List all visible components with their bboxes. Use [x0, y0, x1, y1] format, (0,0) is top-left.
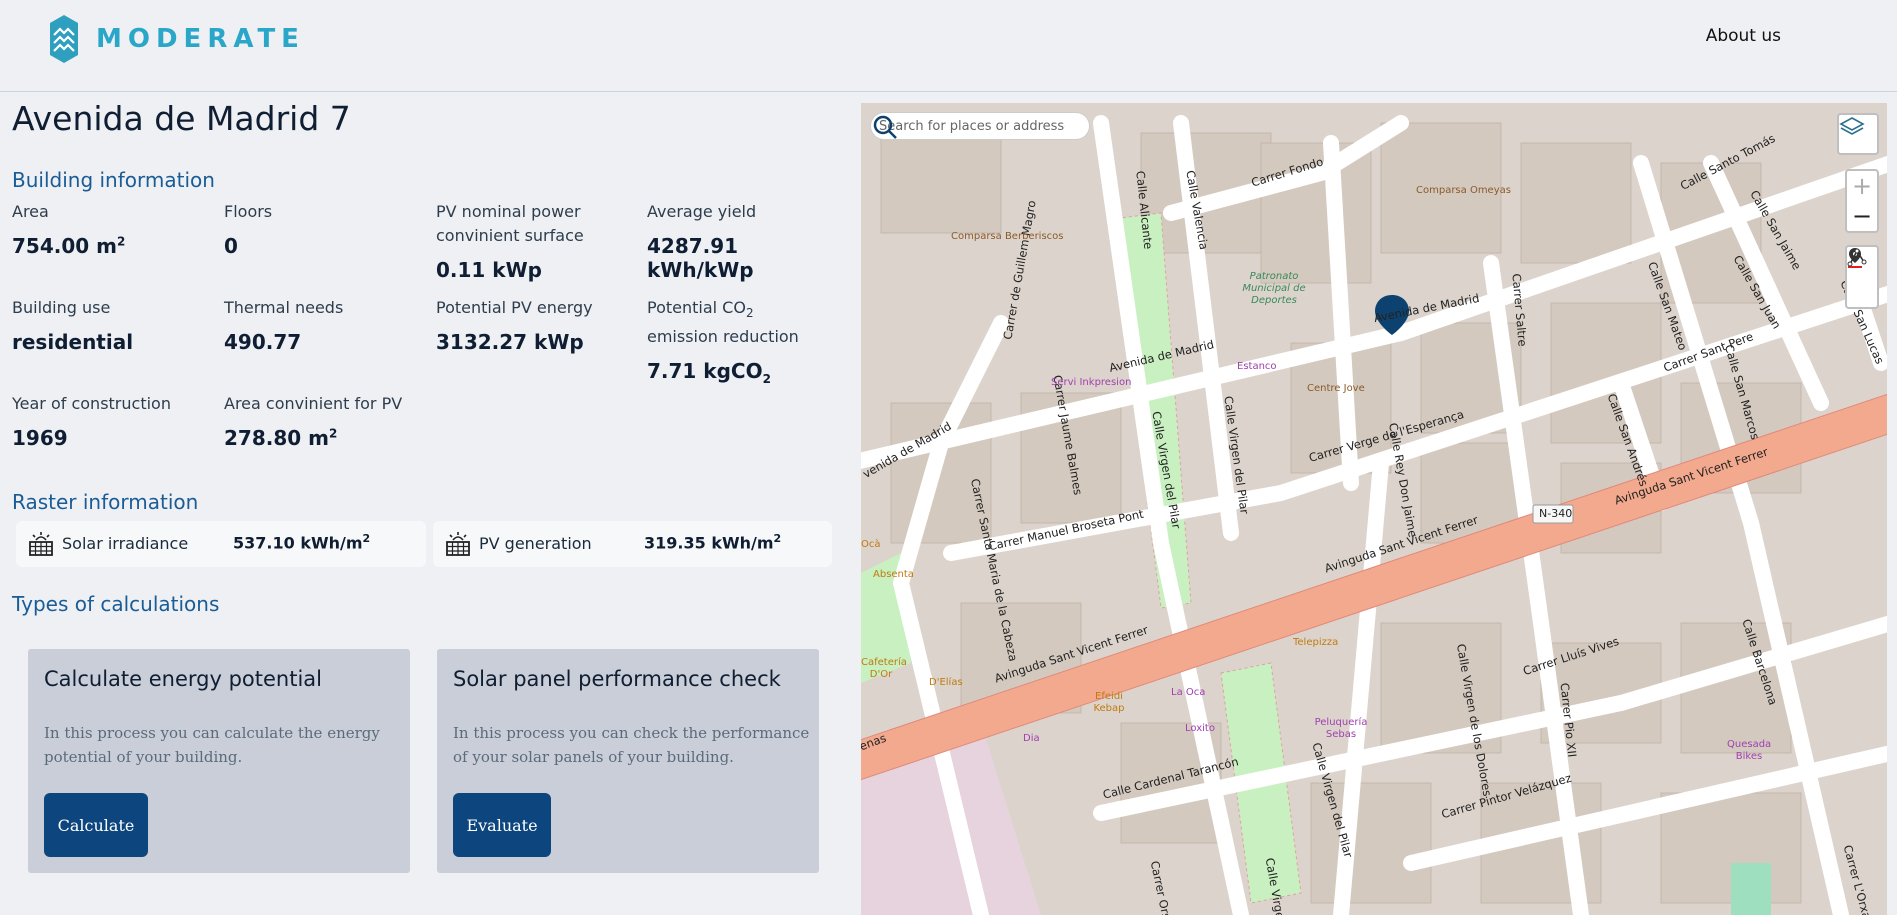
- poi-label: Loxito: [1185, 723, 1215, 734]
- info-building-use-value: residential: [12, 330, 134, 354]
- info-area-pv: Area convinient for PV 278.80 m2: [224, 392, 424, 450]
- calculate-button[interactable]: Calculate: [44, 793, 148, 857]
- zoom-out-button[interactable]: −: [1845, 201, 1879, 231]
- info-year-value: 1969: [12, 426, 68, 450]
- solar-panel-icon: [446, 532, 470, 556]
- info-co2-reduction: Potential CO2 emission reduction 7.71 kg…: [647, 296, 827, 386]
- info-area-label: Area: [12, 202, 49, 221]
- info-year: Year of construction 1969: [12, 392, 212, 450]
- poi-label: D'Elías: [929, 677, 963, 688]
- zoom-control: + −: [1845, 169, 1879, 233]
- info-average-yield: Average yield 4287.91 kWh/kWp: [647, 200, 847, 282]
- info-thermal-needs-label: Thermal needs: [224, 298, 344, 317]
- poi-label: Servi Inkpresion: [1051, 377, 1132, 388]
- info-building-use: Building use residential: [12, 296, 212, 354]
- info-co2-reduction-label: Potential CO2 emission reduction: [647, 298, 799, 347]
- layers-button[interactable]: [1837, 113, 1879, 155]
- calc-energy-description: In this process you can calculate the en…: [44, 724, 380, 766]
- calc-performance-card: Solar panel performance check In this pr…: [437, 649, 819, 873]
- poi-label: Absenta: [873, 569, 914, 580]
- brand-logo[interactable]: MODERATE: [48, 13, 305, 65]
- info-pv-nominal-value: 0.11 kWp: [436, 258, 542, 282]
- draw-line-icon: [1847, 248, 1867, 267]
- raster-pv-generation-value: 319.35 kWh/m2: [644, 532, 782, 553]
- poi-label: Peluquería Sebas: [1314, 717, 1368, 740]
- info-floors-label: Floors: [224, 202, 273, 221]
- info-thermal-needs-value: 490.77: [224, 330, 302, 354]
- info-thermal-needs: Thermal needs 490.77: [224, 296, 424, 354]
- info-co2-reduction-value: 7.71 kgCO2: [647, 359, 771, 387]
- layers-icon: [1839, 117, 1865, 135]
- info-area-value: 754.00 m2: [12, 234, 126, 258]
- poi-label: Ocà: [861, 539, 881, 550]
- calc-energy-title: Calculate energy potential: [44, 667, 323, 691]
- nav-about-us[interactable]: About us: [1706, 26, 1781, 46]
- poi-label: Cafetería D'Or: [861, 657, 907, 680]
- calc-performance-description: In this process you can check the perfor…: [453, 724, 810, 766]
- info-area-pv-value: 278.80 m2: [224, 426, 338, 450]
- raster-solar-irradiance-label: Solar irradiance: [62, 534, 189, 553]
- building-info-heading: Building information: [12, 168, 215, 192]
- info-area: Area 754.00 m2: [12, 200, 212, 258]
- poi-label: Comparsa Omeyas: [1416, 185, 1511, 196]
- info-potential-pv-energy-label: Potential PV energy: [436, 298, 593, 317]
- map-search-input[interactable]: [879, 118, 1065, 134]
- zoom-in-button[interactable]: +: [1845, 171, 1879, 201]
- poi-label: Estanco: [1237, 361, 1277, 372]
- map-search[interactable]: [871, 113, 1089, 139]
- raster-solar-irradiance-value: 537.10 kWh/m2: [233, 532, 371, 553]
- info-area-pv-label: Area convinient for PV: [224, 394, 403, 413]
- evaluate-button[interactable]: Evaluate: [453, 793, 551, 857]
- calc-performance-title: Solar panel performance check: [453, 667, 781, 691]
- calc-energy-card: Calculate energy potential In this proce…: [28, 649, 410, 873]
- poi-label: Centre Jove: [1307, 383, 1365, 394]
- page-title: Avenida de Madrid 7: [12, 99, 351, 138]
- poi-label: Quesada Bikes: [1727, 739, 1772, 762]
- info-year-label: Year of construction: [12, 394, 171, 413]
- header: MODERATE About us: [0, 0, 1897, 92]
- raster-pv-generation: PV generation 319.35 kWh/m2: [433, 521, 832, 567]
- info-pv-nominal-label: PV nominal power convinient surface: [436, 202, 584, 245]
- info-building-use-label: Building use: [12, 298, 111, 317]
- info-floors: Floors 0: [224, 200, 424, 258]
- raster-solar-irradiance: Solar irradiance 537.10 kWh/m2: [16, 521, 426, 567]
- solar-panel-icon: [29, 532, 53, 556]
- line-tool-button[interactable]: [1845, 248, 1879, 307]
- poi-label: Comparsa Berberiscos: [951, 231, 1064, 242]
- info-average-yield-label: Average yield: [647, 202, 757, 221]
- calculations-heading: Types of calculations: [12, 592, 220, 616]
- draw-control: [1845, 245, 1879, 309]
- info-floors-value: 0: [224, 234, 238, 258]
- poi-label: Patronato Municipal de Deportes: [1242, 271, 1306, 306]
- info-potential-pv-energy: Potential PV energy 3132.27 kWp: [436, 296, 636, 354]
- search-icon[interactable]: [871, 113, 899, 141]
- raster-pv-generation-label: PV generation: [479, 534, 592, 553]
- info-potential-pv-energy-value: 3132.27 kWp: [436, 330, 584, 354]
- info-average-yield-value: 4287.91 kWh/kWp: [647, 234, 754, 282]
- map-canvas[interactable]: [861, 103, 1887, 915]
- raster-info-heading: Raster information: [12, 490, 199, 514]
- road-shield: N-340: [1539, 507, 1573, 520]
- poi-label: Telepizza: [1293, 637, 1339, 648]
- info-pv-nominal: PV nominal power convinient surface 0.11…: [436, 200, 616, 282]
- logo-icon: [50, 15, 78, 63]
- poi-label: La Oca: [1171, 687, 1206, 698]
- map[interactable]: Carrer Fondo Calle Santo Tomás Calle Ali…: [861, 103, 1887, 915]
- poi-label: Dia: [1023, 733, 1040, 744]
- building-panel: Avenida de Madrid 7 Building information…: [0, 93, 860, 915]
- poi-label: Efeidi Kebap: [1093, 691, 1125, 714]
- brand-name: MODERATE: [96, 24, 305, 54]
